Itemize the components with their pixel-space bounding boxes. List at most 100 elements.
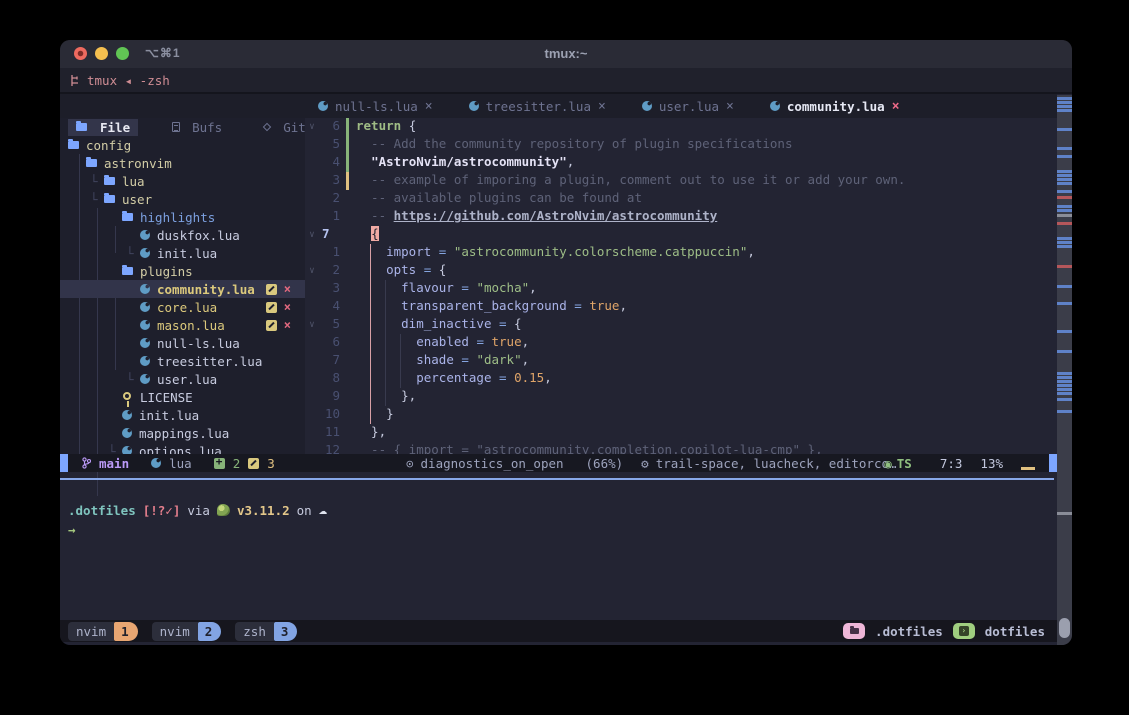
tree-item-lua[interactable]: └lua — [60, 172, 305, 190]
tree-item-init.lua[interactable]: init.lua — [60, 406, 305, 424]
scrollbar-mark — [1057, 398, 1072, 401]
scrollbar-mark — [1057, 196, 1072, 199]
terminal-tab-bar[interactable]: tmux ◂ -zsh — [60, 68, 1072, 94]
tree-item-astronvim[interactable]: astronvim — [60, 154, 305, 172]
tmux-window-2[interactable]: nvim2 — [152, 622, 222, 641]
tree-item-label: core.lua — [157, 300, 217, 315]
tree-item-plugins[interactable]: plugins — [60, 262, 305, 280]
code-line[interactable]: ∨5 dim_inactive = { — [305, 316, 1057, 334]
scrollbar-track[interactable] — [1057, 95, 1072, 645]
fold-arrow-icon[interactable]: ∨ — [305, 118, 319, 136]
neotree-tab-bufs[interactable]: Bufs — [164, 119, 230, 136]
scrollbar-mark — [1057, 170, 1072, 173]
code-line[interactable]: 5 -- Add the community repository of plu… — [305, 136, 1057, 154]
git-sign — [345, 352, 352, 370]
fold-column — [305, 190, 319, 208]
tree-connector: └ — [90, 192, 104, 207]
tree-item-core.lua[interactable]: core.lua × — [60, 298, 305, 316]
tmux-window-name: zsh — [235, 622, 274, 641]
code-line[interactable]: 10 } — [305, 406, 1057, 424]
shell-prompt-line: .dotfiles [!?✓] via v3.11.2 on ☁ — [68, 502, 327, 518]
code-line[interactable]: 1 import = "astrocommunity.colorscheme.c… — [305, 244, 1057, 262]
git-branch-name[interactable]: main — [99, 456, 129, 471]
fold-column — [305, 280, 319, 298]
tree-item-config[interactable]: config — [60, 136, 305, 154]
lua-file-icon — [140, 374, 150, 384]
tree-item-label: plugins — [140, 264, 193, 279]
lua-icon — [318, 101, 328, 111]
code-line[interactable]: ∨2 opts = { — [305, 262, 1057, 280]
tree-item-duskfox.lua[interactable]: duskfox.lua — [60, 226, 305, 244]
fold-column — [305, 388, 319, 406]
tree-item-LICENSE[interactable]: LICENSE — [60, 388, 305, 406]
code-line[interactable]: 2 -- available plugins can be found at — [305, 190, 1057, 208]
code-line[interactable]: 7 shade = "dark", — [305, 352, 1057, 370]
fold-arrow-icon[interactable]: ∨ — [305, 262, 319, 280]
folder-icon — [122, 267, 133, 275]
tmux-window-1[interactable]: nvim1 — [68, 622, 138, 641]
close-buffer-icon[interactable]: × — [598, 99, 606, 114]
neotree-tab-file[interactable]: File — [68, 119, 138, 136]
fold-column — [305, 298, 319, 316]
git-sign — [345, 388, 352, 406]
window-titlebar[interactable]: ⌥⌘1 tmux:~ — [60, 40, 1072, 68]
fold-arrow-icon[interactable]: ∨ — [305, 316, 319, 334]
buffer-tab-null-ls.lua[interactable]: null-ls.lua× — [318, 99, 433, 114]
scrollbar-thumb[interactable] — [1059, 618, 1070, 638]
scrollbar-mark — [1057, 372, 1072, 375]
close-buffer-icon[interactable]: × — [892, 99, 900, 114]
tree-item-user.lua[interactable]: └user.lua — [60, 370, 305, 388]
tmux-window-3[interactable]: zsh3 — [235, 622, 297, 641]
tree-item-label: mappings.lua — [139, 426, 229, 441]
code-text: opts = { — [352, 262, 446, 280]
code-line[interactable]: 6 enabled = true, — [305, 334, 1057, 352]
code-line[interactable]: ∨6return { — [305, 118, 1057, 136]
code-line[interactable]: 3 -- example of imporing a plugin, comme… — [305, 172, 1057, 190]
git-status-icons: × — [266, 302, 305, 313]
tmux-window-index: 3 — [274, 622, 298, 641]
code-editor[interactable]: ∨6return {5 -- Add the community reposit… — [305, 118, 1057, 454]
git-sign — [345, 154, 352, 172]
tree-item-mason.lua[interactable]: mason.lua× — [60, 316, 305, 334]
code-line[interactable]: ∨7 { — [305, 226, 1057, 244]
tree-item-init.lua[interactable]: └init.lua — [60, 244, 305, 262]
git-unstaged-icon: × — [284, 320, 291, 331]
code-line[interactable]: 4 "AstroNvim/astrocommunity", — [305, 154, 1057, 172]
tree-item-label: null-ls.lua — [157, 336, 240, 351]
code-line[interactable]: 9 }, — [305, 388, 1057, 406]
scrollbar-mark — [1057, 101, 1072, 104]
code-text: "AstroNvim/astrocommunity", — [352, 154, 574, 172]
close-buffer-icon[interactable]: × — [425, 99, 433, 114]
tree-item-null-ls.lua[interactable]: null-ls.lua — [60, 334, 305, 352]
tree-item-highlights[interactable]: highlights — [60, 208, 305, 226]
close-buffer-icon[interactable]: × — [726, 99, 734, 114]
code-line[interactable]: 1 -- https://github.com/AstroNvim/astroc… — [305, 208, 1057, 226]
folder-icon — [104, 177, 115, 185]
tree-item-treesitter.lua[interactable]: treesitter.lua — [60, 352, 305, 370]
tree-item-community.lua[interactable]: community.lua× — [60, 280, 305, 298]
code-line[interactable]: 4 transparent_background = true, — [305, 298, 1057, 316]
linters-list: trail-space, luacheck, editorco… — [656, 456, 897, 471]
git-status-icons: × — [266, 284, 305, 295]
mode-indicator — [60, 454, 68, 472]
fold-arrow-icon[interactable]: ∨ — [305, 226, 319, 244]
code-text: shade = "dark", — [352, 352, 529, 370]
lua-filetype-icon — [151, 458, 161, 468]
code-line[interactable]: 3 flavour = "mocha", — [305, 280, 1057, 298]
line-number: 1 — [319, 208, 345, 226]
buffer-tab-treesitter.lua[interactable]: treesitter.lua× — [469, 99, 606, 114]
buffer-tab-community.lua[interactable]: community.lua× — [770, 99, 900, 114]
tree-item-mappings.lua[interactable]: mappings.lua — [60, 424, 305, 442]
folder-icon — [86, 159, 97, 167]
python-version: v3.11.2 — [237, 503, 290, 518]
tree-connector: └ — [126, 372, 140, 387]
scrollbar-mark — [1057, 155, 1072, 158]
buffer-tab-user.lua[interactable]: user.lua× — [642, 99, 734, 114]
code-line[interactable]: 11 }, — [305, 424, 1057, 442]
tree-item-user[interactable]: └user — [60, 190, 305, 208]
code-text: }, — [352, 424, 386, 442]
tmux-pane-zsh[interactable]: .dotfiles [!?✓] via v3.11.2 on ☁ → — [60, 480, 1057, 643]
diagnostics-label[interactable]: diagnostics_on_open — [421, 456, 564, 471]
code-line[interactable]: 8 percentage = 0.15, — [305, 370, 1057, 388]
scrollbar-mark — [1057, 330, 1072, 333]
